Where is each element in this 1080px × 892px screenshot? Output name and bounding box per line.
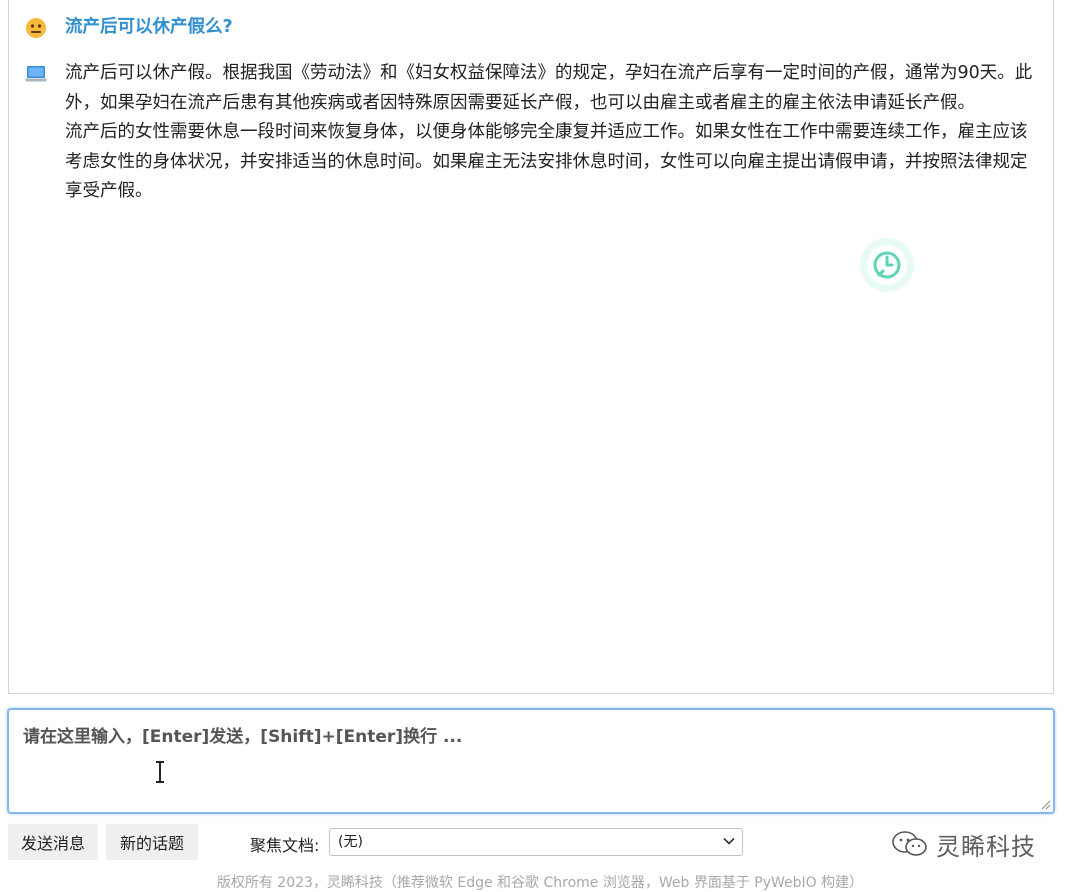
wechat-icon	[892, 831, 927, 856]
timer-badge-icon	[860, 238, 914, 292]
answer-paragraph: 流产后可以休产假。根据我国《劳动法》和《妇女权益保障法》的规定，孕妇在流产后享有…	[65, 63, 1033, 113]
chat-history-panel: 流产后可以休产假么? 流产后可以休产假。根据我国《劳动法》和《妇女权益保障法》的…	[8, 0, 1054, 694]
answer-text: 流产后可以休产假。根据我国《劳动法》和《妇女权益保障法》的规定，孕妇在流产后享有…	[65, 59, 1033, 207]
message-input-box[interactable]	[7, 708, 1055, 814]
focus-document-label: 聚焦文档:	[250, 836, 320, 855]
answer-paragraph: 流产后的女性需要休息一段时间来恢复身体，以便身体能够完全康复并适应工作。如果女性…	[65, 122, 1028, 201]
user-message: 流产后可以休产假么?	[25, 13, 1033, 43]
focus-document-select[interactable]: (无)	[329, 828, 743, 856]
send-message-button[interactable]: 发送消息	[8, 824, 98, 860]
resize-handle-icon[interactable]	[1041, 800, 1051, 810]
smiley-face-icon	[26, 18, 46, 38]
new-topic-button[interactable]: 新的话题	[106, 824, 198, 860]
laptop-icon	[25, 66, 47, 82]
message-input[interactable]	[9, 710, 1053, 812]
footer-copyright: 版权所有 2023，灵睎科技（推荐微软 Edge 和谷歌 Chrome 浏览器，…	[216, 875, 864, 891]
question-text: 流产后可以休产假么?	[65, 17, 233, 37]
watermark-text: 灵睎科技	[936, 832, 1036, 861]
wechat-watermark: 灵睎科技	[890, 826, 1036, 862]
bot-message: 流产后可以休产假。根据我国《劳动法》和《妇女权益保障法》的规定，孕妇在流产后享有…	[25, 59, 1033, 207]
